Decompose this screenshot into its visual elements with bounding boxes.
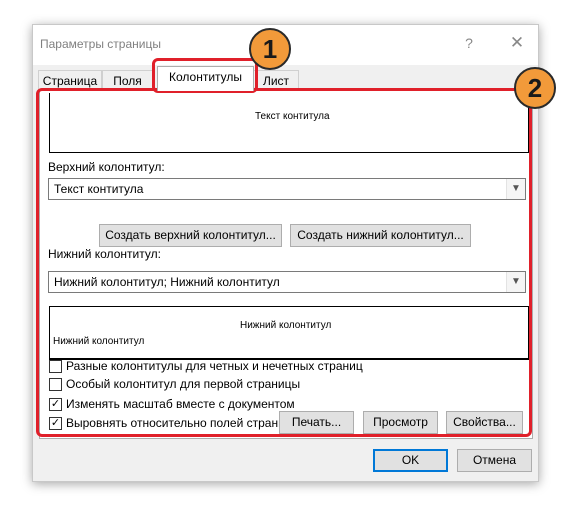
highlight-panel [36,88,532,437]
cancel-button[interactable]: Отмена [457,449,532,472]
help-icon[interactable]: ? [459,33,479,53]
dialog-title: Параметры страницы [40,37,161,51]
tab-header-footer[interactable]: Колонтитулы [157,66,254,91]
step-badge-1: 1 [249,28,291,70]
step-badge-2: 2 [514,67,556,109]
ok-button[interactable]: OK [373,449,448,472]
close-icon[interactable]: ✕ [507,33,527,53]
